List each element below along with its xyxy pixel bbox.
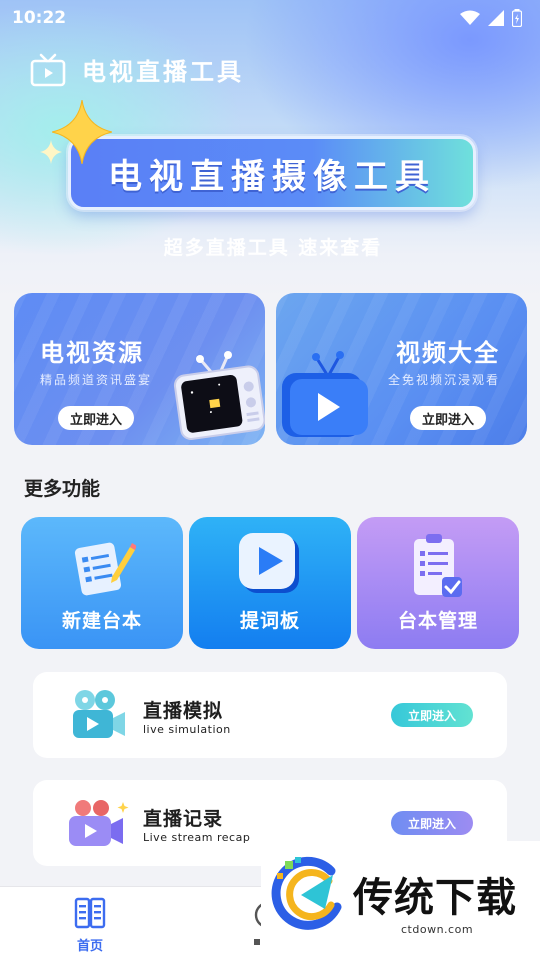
teleprompter-tile[interactable]: 提词板 <box>189 517 351 649</box>
video-camera-icon <box>69 800 129 846</box>
video-collection-card[interactable]: 视频大全 全免视频沉浸观看 立即进入 <box>276 293 527 445</box>
retro-tv-icon <box>173 351 265 440</box>
small-sparkle-icon <box>40 140 62 164</box>
live-simulation-subtitle: live simulation <box>143 723 231 736</box>
camera-film-icon <box>73 690 125 738</box>
wifi-icon <box>460 10 480 25</box>
script-management-tile[interactable]: 台本管理 <box>357 517 519 649</box>
live-record-subtitle: Live stream recap <box>143 831 251 844</box>
watermark-brand: 传统下载 <box>353 875 517 921</box>
new-script-tile[interactable]: 新建台本 <box>21 517 183 649</box>
battery-icon <box>512 9 522 27</box>
watermark-logo-icon <box>271 856 342 930</box>
teleprompter-label: 提词板 <box>239 610 300 632</box>
video-collection-enter-button[interactable]: 立即进入 <box>410 406 486 430</box>
new-script-label: 新建台本 <box>61 610 142 632</box>
tv-resources-enter-button[interactable]: 立即进入 <box>58 406 134 430</box>
signal-icon <box>488 10 504 26</box>
status-time: 10:22 <box>12 8 67 28</box>
more-features-title: 更多功能 <box>24 478 101 500</box>
banner: 电视直播摄像工具 <box>40 100 500 230</box>
live-record-enter-button[interactable]: 立即进入 <box>391 811 473 835</box>
watermark: 传统下载 ctdown.com <box>261 841 540 960</box>
script-management-label: 台本管理 <box>397 610 478 632</box>
tab-home-label: 首页 <box>76 939 103 954</box>
video-collection-subtitle: 全免视频沉浸观看 <box>388 373 501 387</box>
live-simulation-card[interactable]: 直播模拟 live simulation 立即进入 <box>33 672 507 758</box>
banner-pill: 电视直播摄像工具 <box>68 136 476 210</box>
notebook-pencil-icon <box>74 542 136 596</box>
tv-icon <box>30 53 66 86</box>
live-simulation-title: 直播模拟 <box>143 700 224 722</box>
tv-resources-subtitle: 精品频道资讯盛宴 <box>40 373 153 387</box>
home-doc-icon <box>74 897 106 929</box>
watermark-url: ctdown.com <box>401 923 474 936</box>
banner-text: 电视直播摄像工具 <box>108 156 436 197</box>
video-tv-icon <box>282 351 368 437</box>
app-title: 电视直播工具 <box>82 58 244 86</box>
status-icons <box>460 9 522 27</box>
status-bar: 10:22 <box>0 0 540 36</box>
tab-home[interactable]: 首页 <box>66 897 114 954</box>
app-header: 电视直播工具 <box>30 52 244 87</box>
tv-resources-title: 电视资源 <box>40 339 144 367</box>
play-screen-icon <box>239 533 299 593</box>
live-record-title: 直播记录 <box>143 808 224 830</box>
tv-resources-card[interactable]: 电视资源 精品频道资讯盛宴 立即进入 <box>14 293 265 445</box>
video-collection-title: 视频大全 <box>396 339 500 367</box>
tagline: 超多直播工具 速来查看 <box>163 237 383 259</box>
live-simulation-enter-button[interactable]: 立即进入 <box>391 703 473 727</box>
clipboard-check-icon <box>414 534 462 597</box>
